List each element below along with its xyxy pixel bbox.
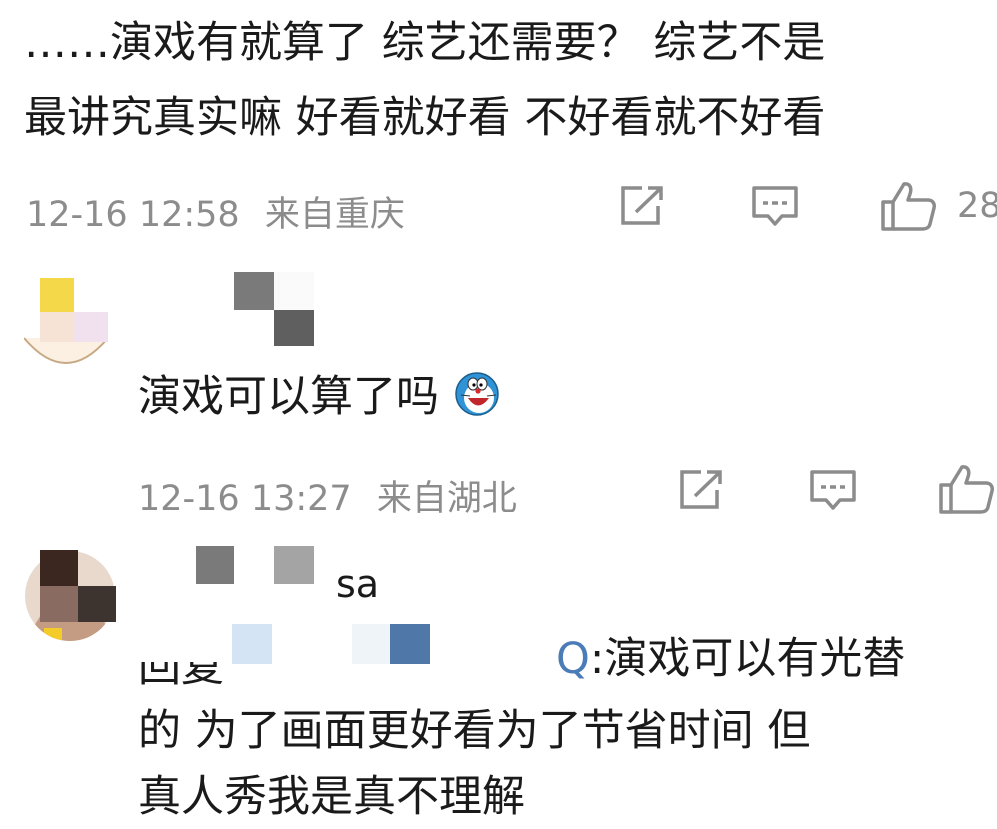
thumbs-up-icon[interactable] xyxy=(938,463,996,515)
like-count: 28 xyxy=(957,186,997,226)
username-fragment: sa xyxy=(336,562,380,606)
comment-2-text: 演戏可以算了吗 xyxy=(138,366,501,429)
username-mosaic xyxy=(234,272,314,346)
comment-3-reply-fragment: 回复 xyxy=(138,642,224,692)
comment-1-text-line-2: 最讲究真实嘛 好看就好看 不好看就不好看 xyxy=(24,93,826,143)
comment-1-meta: 12-16 12:58 来自重庆 xyxy=(26,186,405,237)
comment-1-text-line-1: ……演戏有就算了 综艺还需要？ 综艺不是 xyxy=(24,18,826,68)
doraemon-emoji-icon xyxy=(453,371,501,417)
avatar-image xyxy=(24,278,108,364)
comment-2-time: 12-16 13:27 xyxy=(138,479,352,519)
reply-target-mosaic xyxy=(232,624,432,664)
share-icon[interactable] xyxy=(677,468,725,512)
comment-2-meta: 12-16 13:27 来自湖北 xyxy=(138,470,517,521)
comment-3-text-line-2: 的 为了画面更好看为了节省时间 但 xyxy=(138,706,811,756)
thumbs-up-icon[interactable] xyxy=(880,180,938,232)
reply-target-fragment[interactable]: Q xyxy=(556,634,590,684)
avatar-image xyxy=(25,550,116,641)
comment-2-location: 来自湖北 xyxy=(376,479,517,519)
comment-1-time: 12-16 12:58 xyxy=(26,195,240,235)
avatar[interactable] xyxy=(24,278,108,368)
comment-icon[interactable] xyxy=(750,184,800,230)
comment-3-text-line-3: 真人秀我是真不理解 xyxy=(138,772,525,822)
comment-icon[interactable] xyxy=(808,468,858,514)
avatar[interactable] xyxy=(24,550,116,642)
comment-3-text-line-1: Q:演戏可以有光替 xyxy=(556,634,906,684)
share-icon[interactable] xyxy=(618,184,666,228)
username-mosaic xyxy=(196,546,336,584)
comment-1-location: 来自重庆 xyxy=(264,195,405,235)
